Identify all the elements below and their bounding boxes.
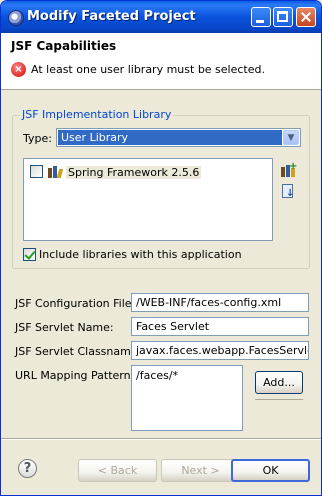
maximize-button[interactable] (273, 7, 293, 27)
type-label: Type: (23, 132, 52, 145)
include-libraries-label: Include libraries with this application (39, 248, 242, 261)
library-label: Spring Framework 2.5.6 (66, 166, 202, 179)
next-button[interactable]: Next > (161, 459, 240, 482)
list-item[interactable]: /faces/* (136, 369, 178, 382)
download-library-icon[interactable]: ↓ (280, 184, 297, 200)
type-select-value: User Library (58, 130, 282, 145)
close-button[interactable] (296, 7, 316, 27)
footer-divider-highlight (1, 439, 321, 440)
minimize-button[interactable] (251, 7, 271, 27)
dialog-header: JSF Capabilities × At least one user lib… (1, 33, 321, 90)
servlet-name-input[interactable]: Faces Servlet (131, 317, 309, 336)
window-title: Modify Faceted Project (27, 9, 196, 24)
library-list[interactable]: Spring Framework 2.5.6 (23, 158, 273, 241)
config-file-label: JSF Configuration File: (15, 297, 136, 310)
help-icon[interactable]: ? (18, 459, 37, 478)
add-pattern-button[interactable]: Add... (255, 371, 303, 394)
type-select[interactable]: User Library ▼ (56, 128, 301, 147)
divider (255, 399, 303, 400)
eclipse-icon (8, 10, 24, 26)
chevron-down-icon[interactable]: ▼ (283, 130, 299, 145)
back-button[interactable]: < Back (78, 459, 157, 482)
dialog-window: Modify Faceted Project JSF Capabilities … (0, 0, 322, 496)
servlet-classname-input[interactable]: javax.faces.webapp.FacesServlet (131, 341, 309, 360)
servlet-name-label: JSF Servlet Name: (15, 321, 114, 334)
add-library-icon[interactable]: + (280, 161, 297, 180)
error-message: At least one user library must be select… (31, 63, 265, 76)
library-checkbox[interactable] (30, 165, 43, 178)
url-patterns-list[interactable]: /faces/* (131, 365, 243, 431)
servlet-classname-label: JSF Servlet Classname: (15, 345, 142, 358)
group-label: JSF Implementation Library (20, 108, 174, 121)
config-file-input[interactable]: /WEB-INF/faces-config.xml (131, 293, 309, 312)
include-libraries-checkbox[interactable] (23, 248, 36, 261)
page-title: JSF Capabilities (11, 39, 117, 53)
library-icon (48, 166, 64, 178)
url-patterns-label: URL Mapping Patterns: (15, 369, 141, 382)
ok-button[interactable]: OK (231, 459, 310, 482)
title-bar[interactable]: Modify Faceted Project (1, 1, 321, 33)
error-icon: × (11, 62, 26, 77)
